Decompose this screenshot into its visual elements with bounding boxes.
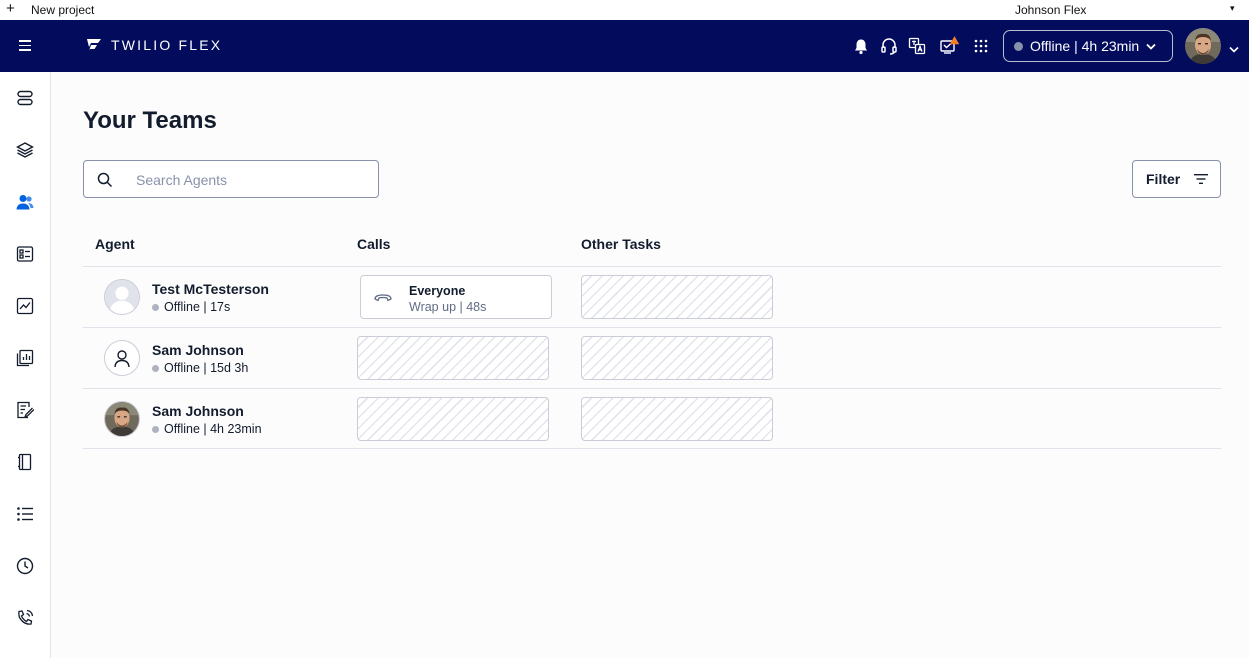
checklist-icon[interactable]	[13, 398, 37, 422]
brand-name: TWILIO FLEX	[111, 37, 223, 53]
agent-name: Sam Johnson	[152, 342, 244, 358]
account-name[interactable]: Johnson Flex	[1015, 3, 1086, 17]
filter-button[interactable]: Filter	[1132, 160, 1221, 198]
activity-status-label: Offline | 4h 23min	[1030, 38, 1140, 54]
queue-stats-icon[interactable]	[13, 242, 37, 266]
photo-avatar	[104, 401, 140, 437]
phone-icon[interactable]	[13, 606, 37, 630]
agent-status: Offline | 17s	[152, 300, 230, 314]
activity-status-dropdown[interactable]: Offline | 4h 23min	[1003, 30, 1173, 62]
agent-name: Test McTesterson	[152, 281, 269, 297]
agent-status-text: Offline | 17s	[164, 300, 231, 314]
notebook-icon[interactable]	[13, 450, 37, 474]
status-dot-icon	[1014, 41, 1023, 51]
table-row[interactable]: Sam Johnson Offline | 4h 23min	[83, 388, 1221, 449]
search-agents-field[interactable]	[83, 160, 379, 198]
account-caret-icon[interactable]: ▾	[1230, 3, 1235, 14]
insights-icon[interactable]	[13, 294, 37, 318]
user-outline-avatar	[104, 340, 140, 376]
user-avatar[interactable]	[1185, 28, 1221, 64]
table-row[interactable]: Sam Johnson Offline | 15d 3h	[83, 327, 1221, 388]
search-input[interactable]	[136, 170, 366, 190]
clock-icon[interactable]	[13, 554, 37, 578]
agent-status-text: Offline | 15d 3h	[164, 361, 249, 375]
bell-icon[interactable]	[851, 36, 871, 56]
other-tasks-empty-slot	[581, 336, 773, 380]
column-header-calls[interactable]: Calls	[357, 236, 390, 252]
other-tasks-empty-slot	[581, 275, 773, 319]
side-navigation	[0, 72, 51, 658]
call-hangup-icon	[374, 294, 392, 302]
filter-label: Filter	[1146, 171, 1181, 187]
other-tasks-empty-slot	[581, 397, 773, 441]
window-title-bar: + New project Johnson Flex ▾	[0, 0, 1249, 20]
new-project-link[interactable]: New project	[31, 3, 94, 17]
twilio-flex-logo-icon	[87, 39, 101, 51]
chevron-down-icon	[1146, 43, 1156, 50]
agent-status-text: Offline | 4h 23min	[164, 422, 262, 436]
search-icon	[97, 172, 113, 188]
agent-status: Offline | 15d 3h	[152, 361, 248, 375]
brand-logo: TWILIO FLEX	[86, 37, 222, 53]
agent-status: Offline | 4h 23min	[152, 422, 262, 436]
apps-grid-icon[interactable]	[971, 36, 991, 56]
offline-dot-icon	[152, 425, 159, 433]
filter-lines-icon	[1194, 174, 1209, 184]
offline-dot-icon	[152, 303, 159, 311]
teams-icon[interactable]	[13, 190, 37, 214]
table-row[interactable]: Test McTesterson Offline | 17s Everyone …	[83, 266, 1221, 327]
list-icon[interactable]	[13, 502, 37, 526]
user-menu-chevron-icon[interactable]	[1229, 40, 1239, 58]
default-avatar	[104, 279, 140, 315]
translate-icon[interactable]	[907, 36, 927, 56]
main-content: Your Teams Filter Agent Calls Other Task…	[51, 72, 1249, 658]
agent-name: Sam Johnson	[152, 403, 244, 419]
calls-empty-slot	[357, 397, 549, 441]
top-navigation-bar: TWILIO FLEX Offline | 4h 23min	[0, 20, 1249, 72]
offline-dot-icon	[152, 364, 159, 372]
call-task-status: Wrap up | 48s	[409, 300, 487, 314]
call-task-title: Everyone	[409, 284, 466, 298]
layers-icon[interactable]	[13, 138, 37, 162]
menu-icon[interactable]	[19, 40, 31, 51]
column-header-other-tasks[interactable]: Other Tasks	[581, 236, 661, 252]
column-header-agent[interactable]: Agent	[95, 236, 135, 252]
call-task-card[interactable]: Everyone Wrap up | 48s	[360, 275, 552, 319]
plus-icon[interactable]: +	[6, 1, 15, 17]
headset-icon[interactable]	[879, 36, 899, 56]
calls-empty-slot	[357, 336, 549, 380]
notification-alert-icon[interactable]	[939, 36, 959, 56]
reports-icon[interactable]	[13, 346, 37, 370]
server-icon[interactable]	[13, 86, 37, 110]
page-title: Your Teams	[83, 107, 217, 134]
